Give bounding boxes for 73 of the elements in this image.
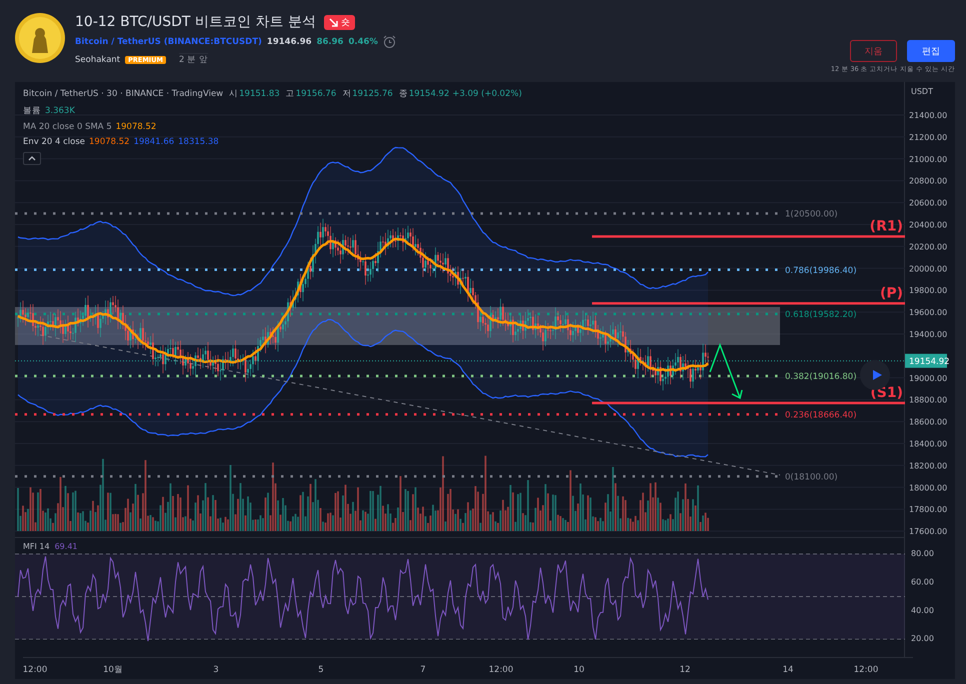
mfi-value: 69.41 xyxy=(54,542,78,551)
indicator-value: 19078.52 xyxy=(116,122,156,132)
price-axis-label: 18200.00 xyxy=(909,461,948,470)
price-change: +3.09 (+0.02%) xyxy=(452,89,522,99)
ohlc-label: 고 xyxy=(286,88,295,100)
volume-label: 볼륨 xyxy=(23,105,41,117)
price-axis-label: 21000.00 xyxy=(909,154,948,164)
legend-title: Bitcoin / TetherUS · 30 · BINANCE · TradingView xyxy=(23,89,224,99)
time-axis-label: 12:00 xyxy=(488,665,514,675)
time-axis-label: 12 xyxy=(680,665,690,675)
exchange-link[interactable]: (BINANCE:BTCUSDT) xyxy=(164,37,262,47)
idea-title: 10-12 BTC/USDT 비트코인 차트 분석 xyxy=(75,13,316,31)
fib-level-label: 0.236(18666.40) xyxy=(785,410,857,420)
price-axis-label: 18600.00 xyxy=(909,418,948,427)
price-axis-label: 18400.00 xyxy=(909,440,948,448)
time-axis-label: 14 xyxy=(782,665,794,675)
time-axis-label: 3 xyxy=(213,665,219,675)
author-name[interactable]: Seohakant xyxy=(75,54,120,64)
time-axis-label: 7 xyxy=(420,665,426,675)
ohlc-value: 19151.83 xyxy=(239,89,280,99)
price-change: 86.96 xyxy=(316,37,344,47)
symbol-link[interactable]: Bitcoin / TetherUS xyxy=(75,37,161,47)
price-axis-label: 19000.00 xyxy=(909,374,948,383)
price-axis-label: 21400.00 xyxy=(909,111,948,120)
publish-time: 2 분 앞 xyxy=(178,53,208,66)
price-axis-label: 21200.00 xyxy=(909,132,948,142)
delete-button[interactable]: 지움 xyxy=(850,40,897,62)
fib-level-label: 0.618(19582.20) xyxy=(785,310,857,320)
price-axis-label: 20200.00 xyxy=(909,242,948,252)
time-axis-label: 12:00 xyxy=(854,665,878,675)
ohlc-label: 저 xyxy=(342,88,352,100)
pivot-label: (R1) xyxy=(870,218,903,235)
ohlc-label: 종 xyxy=(398,88,408,100)
price-axis-label: 20800.00 xyxy=(909,176,948,186)
price-change-percent: 0.46% xyxy=(348,37,378,47)
ohlc-label: 시 xyxy=(229,88,238,100)
fib-level-label: 1(20500.00) xyxy=(785,210,838,220)
price-axis-label: 20400.00 xyxy=(909,220,948,230)
price-axis-label: 17600.00 xyxy=(909,527,948,536)
badge-label: 숏 xyxy=(340,16,350,28)
price-axis-label: 19400.00 xyxy=(909,330,948,339)
mfi-axis-label: 60.00 xyxy=(911,577,934,586)
ohlc-value: 19156.76 xyxy=(296,89,336,99)
edit-button[interactable]: 편집 xyxy=(907,40,955,62)
envelope-label: Env 20 4 close xyxy=(23,137,86,147)
ohlc-value: 19154.92 xyxy=(408,89,450,99)
fib-level-label: 0(18100.00) xyxy=(785,472,838,482)
mfi-axis-label: 40.00 xyxy=(911,606,934,615)
ma-label: MA 20 close 0 SMA 5 xyxy=(23,122,112,132)
time-axis-label: 10 xyxy=(574,665,584,675)
mfi-axis-label: 80.00 xyxy=(911,549,934,558)
price-axis-label: 19600.00 xyxy=(909,308,948,318)
indicator-value: 18315.38 xyxy=(178,137,219,147)
price-axis-label: 19800.00 xyxy=(909,286,948,296)
fib-level-label: 0.382(19016.80) xyxy=(785,372,857,382)
pivot-label: (P) xyxy=(880,285,903,302)
time-axis-label: 10월 xyxy=(103,665,123,675)
price-axis-label: 17800.00 xyxy=(909,505,948,514)
symbol-price: 19146.96 xyxy=(266,37,312,47)
price-axis-label: 20600.00 xyxy=(909,198,948,208)
mfi-label: MFI 14 xyxy=(23,542,50,551)
time-axis-label: 12:00 xyxy=(23,665,48,675)
axis-unit: USDT xyxy=(911,87,933,96)
indicator-value: 19841.66 xyxy=(134,137,174,147)
fib-level-label: 0.786(19986.40) xyxy=(785,266,857,276)
indicator-value: 19078.52 xyxy=(89,137,130,147)
indicator-value: 3.363K xyxy=(45,106,75,116)
price-axis-label: 18000.00 xyxy=(909,483,948,492)
price-axis-label: 18800.00 xyxy=(909,396,948,405)
price-axis-label: 20000.00 xyxy=(909,264,948,274)
time-axis-label: 5 xyxy=(318,665,324,675)
ohlc-value: 19125.76 xyxy=(352,89,393,99)
mfi-axis-label: 20.00 xyxy=(911,634,934,644)
